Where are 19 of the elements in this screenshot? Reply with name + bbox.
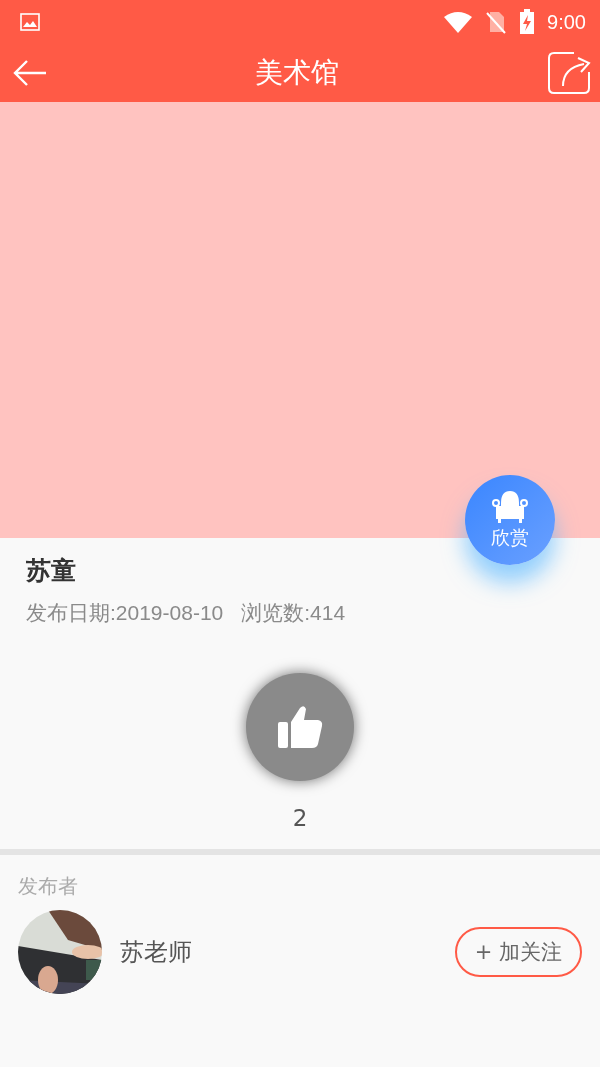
publish-date: 发布日期:2019-08-10 <box>26 600 224 626</box>
artwork-title: 苏童 <box>26 555 77 587</box>
publisher-name: 苏老师 <box>120 937 193 968</box>
follow-button[interactable]: + 加关注 <box>454 927 582 977</box>
page-title: 美术馆 <box>255 55 339 91</box>
view-count: 浏览数:414 <box>241 600 346 626</box>
armchair-icon <box>491 489 529 523</box>
no-sim-icon <box>485 10 508 34</box>
thumbs-up-icon <box>276 704 324 750</box>
battery-charging-icon <box>519 9 536 35</box>
section-label: 发布者 <box>18 873 79 900</box>
share-icon[interactable] <box>546 50 592 96</box>
appreciate-button[interactable]: 欣赏 <box>465 475 555 565</box>
like-button[interactable] <box>246 673 354 781</box>
wifi-icon <box>443 11 474 33</box>
back-icon[interactable] <box>12 58 48 88</box>
image-icon <box>20 13 40 31</box>
like-count: 2 <box>292 805 308 831</box>
clock-time: 9:00 <box>547 10 586 34</box>
